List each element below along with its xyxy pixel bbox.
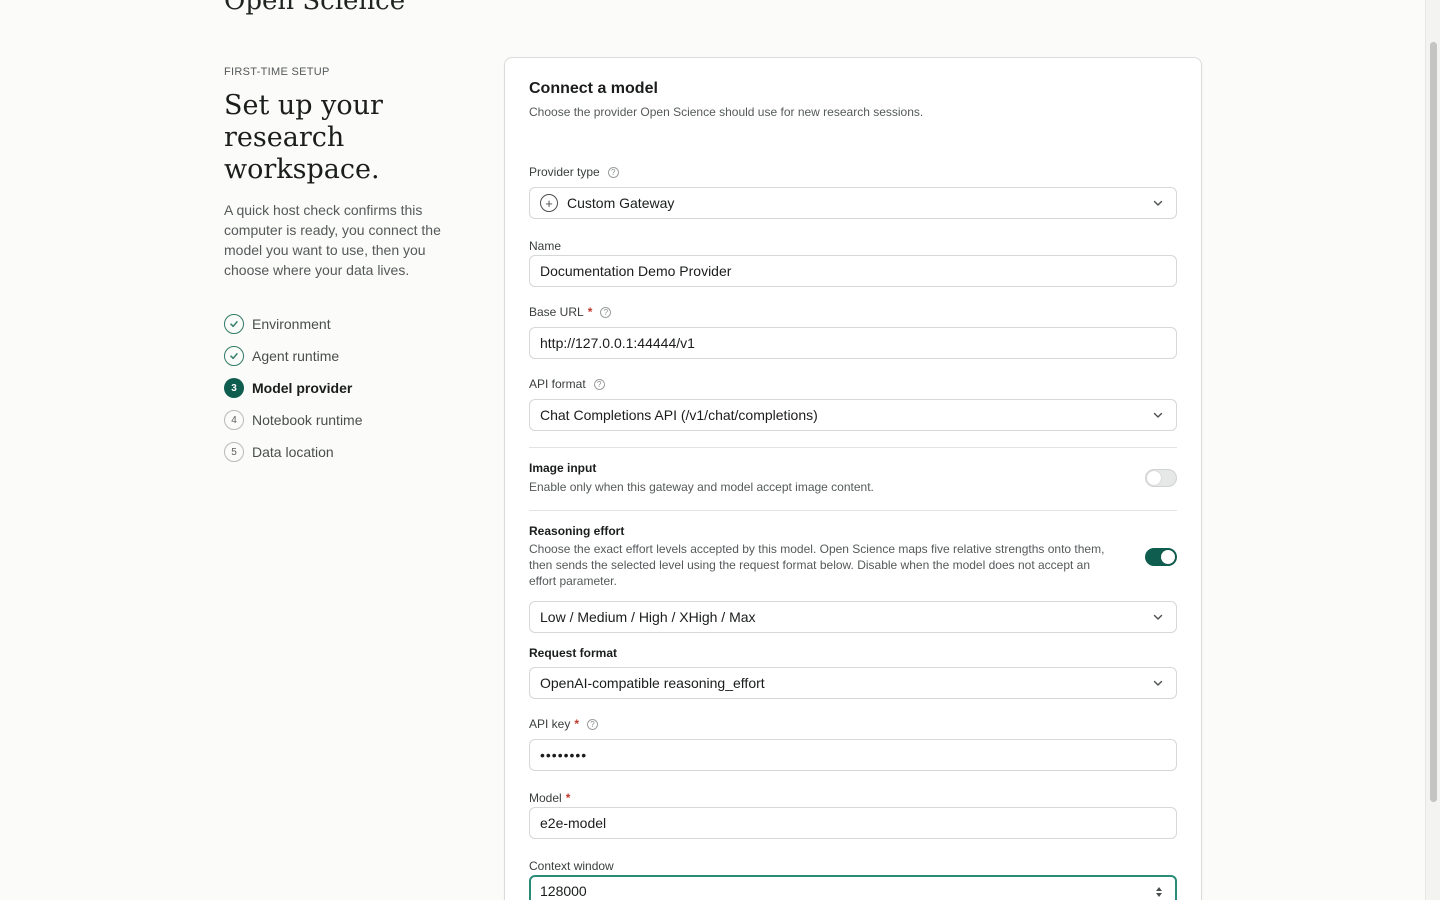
step-label: Model provider — [252, 380, 353, 396]
step-data-location[interactable]: 5 Data location — [224, 436, 464, 468]
label-text: Provider type — [529, 165, 600, 179]
divider — [529, 510, 1177, 511]
label-text: API key — [529, 717, 571, 731]
base-url-label: Base URL * ? — [529, 305, 612, 319]
input-value: http://127.0.0.1:44444/v1 — [540, 335, 695, 351]
step-number-badge: 3 — [224, 378, 244, 398]
help-icon[interactable]: ? — [600, 306, 612, 318]
select-value: Chat Completions API (/v1/chat/completio… — [540, 407, 818, 423]
chevron-down-icon — [1153, 680, 1163, 686]
input-value: •••••••• — [540, 747, 588, 763]
context-window-label: Context window — [529, 859, 614, 873]
input-value: e2e-model — [540, 815, 607, 831]
label-text: Base URL — [529, 305, 584, 319]
base-url-input[interactable]: http://127.0.0.1:44444/v1 — [529, 327, 1177, 359]
image-input-description: Enable only when this gateway and model … — [529, 480, 874, 494]
step-environment[interactable]: Environment — [224, 308, 464, 340]
step-agent-runtime[interactable]: Agent runtime — [224, 340, 464, 372]
toggle-knob — [1161, 550, 1175, 564]
api-key-label: API key * ? — [529, 717, 599, 731]
name-label: Name — [529, 239, 561, 253]
help-icon[interactable]: ? — [587, 718, 599, 730]
required-marker: * — [565, 791, 571, 805]
required-marker: * — [574, 717, 580, 731]
step-label: Agent runtime — [252, 348, 340, 364]
api-format-select[interactable]: Chat Completions API (/v1/chat/completio… — [529, 399, 1177, 431]
provider-type-select[interactable]: + Custom Gateway — [529, 187, 1177, 219]
image-input-toggle[interactable] — [1145, 469, 1177, 487]
check-icon — [224, 346, 244, 366]
scrollbar-thumb[interactable] — [1430, 42, 1437, 802]
brand-wordmark: Open Science — [224, 0, 406, 16]
step-model-provider[interactable]: 3 Model provider — [224, 372, 464, 404]
step-notebook-runtime[interactable]: 4 Notebook runtime — [224, 404, 464, 436]
plus-circle-icon: + — [540, 194, 558, 212]
toggle-knob — [1147, 471, 1161, 485]
page-scrollbar[interactable] — [1425, 0, 1440, 900]
check-icon — [224, 314, 244, 334]
label-text: Name — [529, 239, 562, 253]
step-number-badge: 5 — [224, 442, 244, 462]
divider — [529, 447, 1177, 448]
api-key-input[interactable]: •••••••• — [529, 739, 1177, 771]
context-window-input[interactable]: 128000 — [529, 875, 1177, 900]
label-text: API format — [529, 377, 586, 391]
name-input[interactable]: Documentation Demo Provider — [529, 255, 1177, 287]
label-text: Model — [529, 791, 562, 805]
label-text: Request format — [529, 646, 618, 660]
required-marker: * — [587, 305, 593, 319]
step-number-badge: 4 — [224, 410, 244, 430]
api-format-label: API format ? — [529, 377, 605, 391]
step-label: Environment — [252, 316, 331, 332]
input-value: 128000 — [540, 883, 587, 899]
step-label: Notebook runtime — [252, 412, 363, 428]
card-subtitle: Choose the provider Open Science should … — [529, 105, 924, 119]
reasoning-effort-title: Reasoning effort — [529, 524, 625, 538]
request-format-select[interactable]: OpenAI-compatible reasoning_effort — [529, 667, 1177, 699]
chevron-down-icon — [1153, 614, 1163, 620]
request-format-label: Request format — [529, 646, 617, 660]
setup-eyebrow: FIRST-TIME SETUP — [224, 66, 330, 78]
model-label: Model * — [529, 791, 570, 805]
reasoning-effort-description: Choose the exact effort levels accepted … — [529, 542, 1105, 588]
image-input-title: Image input — [529, 461, 597, 475]
setup-steps: Environment Agent runtime 3 Model provid… — [224, 308, 464, 468]
select-value: Custom Gateway — [567, 195, 675, 211]
help-icon[interactable]: ? — [607, 166, 619, 178]
help-icon[interactable]: ? — [593, 378, 605, 390]
input-value: Documentation Demo Provider — [540, 263, 732, 279]
effort-levels-select[interactable]: Low / Medium / High / XHigh / Max — [529, 601, 1177, 633]
number-spinner-icon[interactable] — [1155, 885, 1163, 899]
provider-type-label: Provider type ? — [529, 165, 619, 179]
setup-description: A quick host check confirms this compute… — [224, 202, 441, 278]
chevron-down-icon — [1153, 200, 1163, 206]
page-title: Set up your research workspace. — [224, 90, 383, 185]
step-label: Data location — [252, 444, 334, 460]
card-title: Connect a model — [529, 80, 658, 97]
setup-intro: FIRST-TIME SETUP Set up your research wo… — [224, 66, 464, 468]
select-value: OpenAI-compatible reasoning_effort — [540, 675, 765, 691]
select-value: Low / Medium / High / XHigh / Max — [540, 609, 756, 625]
chevron-down-icon — [1153, 412, 1163, 418]
connect-model-card: Connect a model Choose the provider Open… — [504, 57, 1202, 900]
reasoning-effort-toggle[interactable] — [1145, 548, 1177, 566]
label-text: Context window — [529, 859, 614, 873]
model-input[interactable]: e2e-model — [529, 807, 1177, 839]
